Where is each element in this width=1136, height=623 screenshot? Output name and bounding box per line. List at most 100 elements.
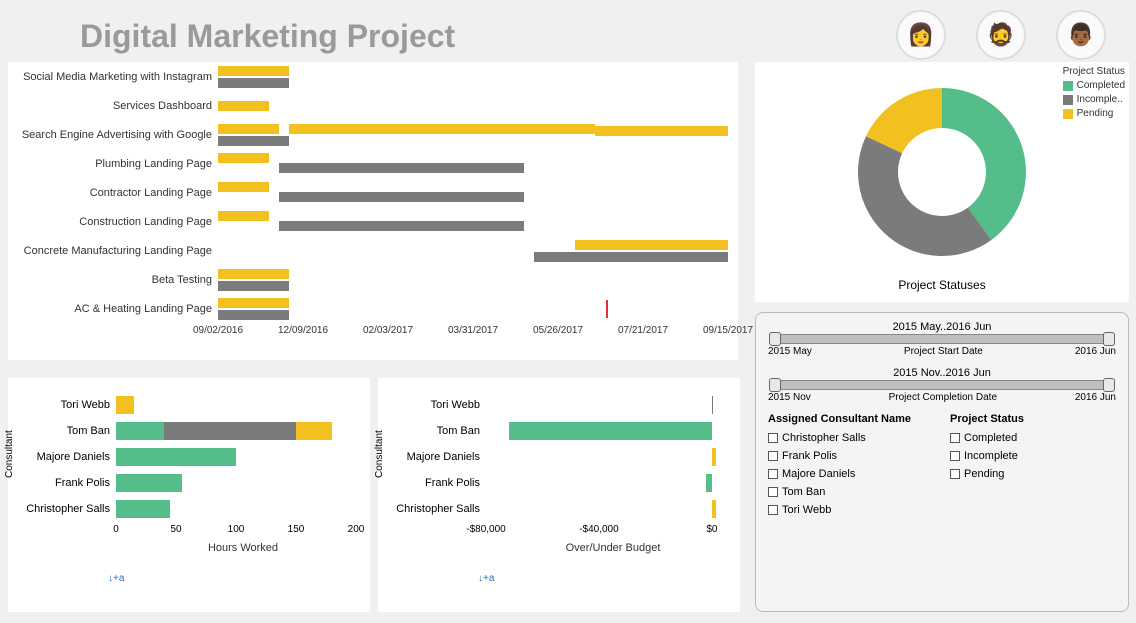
gantt-label: Beta Testing [8,274,218,286]
gantt-row: Beta Testing [8,265,738,294]
bar-segment[interactable] [706,474,712,492]
checkbox-row[interactable]: Majore Daniels [768,465,934,483]
checkbox-label: Majore Daniels [782,465,855,483]
slider-handle-right[interactable] [1103,332,1115,346]
y-axis-label: Consultant [4,430,15,478]
donut-chart[interactable]: Project Status CompletedIncomple..Pendin… [755,62,1129,302]
gantt-bar[interactable] [218,101,269,111]
gantt-bar[interactable] [218,281,289,291]
slider-caption: Project Completion Date [811,392,1075,403]
sort-icon[interactable]: ↓+a [478,573,494,584]
bar-label: Tom Ban [8,425,116,437]
filter-title: Project Status [950,413,1116,425]
gantt-row: Plumbing Landing Page [8,149,738,178]
avatar[interactable]: 👨🏾 [1056,10,1106,60]
consultant-filter: Assigned Consultant Name Christopher Sal… [768,413,934,519]
gantt-label: Concrete Manufacturing Landing Page [8,245,218,257]
gantt-bar[interactable] [534,252,728,262]
axis-tick: $0 [706,524,717,535]
bar-segment[interactable] [509,422,712,440]
slider-range-label: 2015 May..2016 Jun [768,321,1116,333]
gantt-bar[interactable] [218,211,269,221]
start-date-slider[interactable]: 2015 May..2016 Jun 2015 May Project Star… [768,321,1116,357]
gantt-bar[interactable] [218,153,269,163]
gantt-bar[interactable] [218,310,289,320]
checkbox-icon[interactable] [950,433,960,443]
gantt-bar[interactable] [218,78,289,88]
checkbox-icon[interactable] [768,433,778,443]
checkbox-row[interactable]: Frank Polis [768,447,934,465]
bar-segment[interactable] [116,396,134,414]
gantt-row: Social Media Marketing with Instagram [8,62,738,91]
donut-slice[interactable] [858,136,991,256]
bar-segment[interactable] [712,396,713,414]
axis-tick: 50 [170,524,181,535]
slider-handle-left[interactable] [769,332,781,346]
x-axis-label: Hours Worked [116,542,370,554]
checkbox-row[interactable]: Tori Webb [768,501,934,519]
legend-item[interactable]: Incomple.. [1063,93,1125,107]
checkbox-row[interactable]: Christopher Salls [768,429,934,447]
avatar[interactable]: 👩 [896,10,946,60]
checkbox-icon[interactable] [768,487,778,497]
bar-label: Tori Webb [378,399,486,411]
legend-item[interactable]: Pending [1063,107,1125,121]
slider-caption: Project Start Date [812,346,1075,357]
checkbox-label: Tom Ban [782,483,825,501]
y-axis-label: Consultant [374,430,385,478]
gantt-chart[interactable]: Social Media Marketing with Instagram Ser… [8,62,738,360]
legend-item[interactable]: Completed [1063,79,1125,93]
checkbox-label: Christopher Salls [782,429,866,447]
checkbox-icon[interactable] [950,469,960,479]
bar-segment[interactable] [712,500,716,518]
bar-segment[interactable] [296,422,332,440]
gantt-bar[interactable] [218,66,289,76]
checkbox-icon[interactable] [950,451,960,461]
gantt-bar[interactable] [218,269,289,279]
slider-track[interactable] [772,334,1112,344]
completion-date-slider[interactable]: 2015 Nov..2016 Jun 2015 Nov Project Comp… [768,367,1116,403]
gantt-bar[interactable] [218,124,279,134]
slider-handle-right[interactable] [1103,378,1115,392]
gantt-label: Services Dashboard [8,100,218,112]
checkbox-row[interactable]: Tom Ban [768,483,934,501]
avatar[interactable]: 🧔 [976,10,1026,60]
page-title: Digital Marketing Project [80,18,455,55]
slider-track[interactable] [772,380,1112,390]
bar-segment[interactable] [116,500,170,518]
bar-segment[interactable] [164,422,296,440]
gantt-row: AC & Heating Landing Page [8,294,738,323]
budget-chart[interactable]: Consultant Tori WebbTom BanMajore Daniel… [378,378,740,612]
avatar-row: 👩 🧔 👨🏾 [896,10,1106,60]
axis-tick: 07/21/2017 [618,325,668,336]
slider-max-label: 2016 Jun [1075,392,1116,403]
checkbox-row[interactable]: Completed [950,429,1116,447]
x-axis-label: Over/Under Budget [486,542,740,554]
checkbox-icon[interactable] [768,469,778,479]
bar-segment[interactable] [116,474,182,492]
gantt-bar[interactable] [575,240,728,250]
bar-segment[interactable] [116,422,164,440]
gantt-bar[interactable] [218,136,289,146]
bar-segment[interactable] [712,448,716,466]
sort-icon[interactable]: ↓+a [108,573,124,584]
status-filter: Project Status CompletedIncompletePendin… [950,413,1116,519]
gantt-label: Search Engine Advertising with Google [8,129,218,141]
checkbox-icon[interactable] [768,505,778,515]
gantt-bar[interactable] [279,221,524,231]
gantt-bar[interactable] [595,126,728,136]
gantt-bar[interactable] [218,182,269,192]
gantt-label: Social Media Marketing with Instagram [8,71,218,83]
checkbox-row[interactable]: Incomplete [950,447,1116,465]
gantt-bar[interactable] [289,124,595,134]
checkbox-row[interactable]: Pending [950,465,1116,483]
checkbox-icon[interactable] [768,451,778,461]
hours-chart[interactable]: Consultant Tori WebbTom BanMajore Daniel… [8,378,370,612]
gantt-bar[interactable] [279,163,524,173]
bar-segment[interactable] [116,448,236,466]
slider-handle-left[interactable] [769,378,781,392]
gantt-bar[interactable] [218,298,289,308]
slider-min-label: 2015 May [768,346,812,357]
checkbox-label: Incomplete [964,447,1018,465]
gantt-bar[interactable] [279,192,524,202]
